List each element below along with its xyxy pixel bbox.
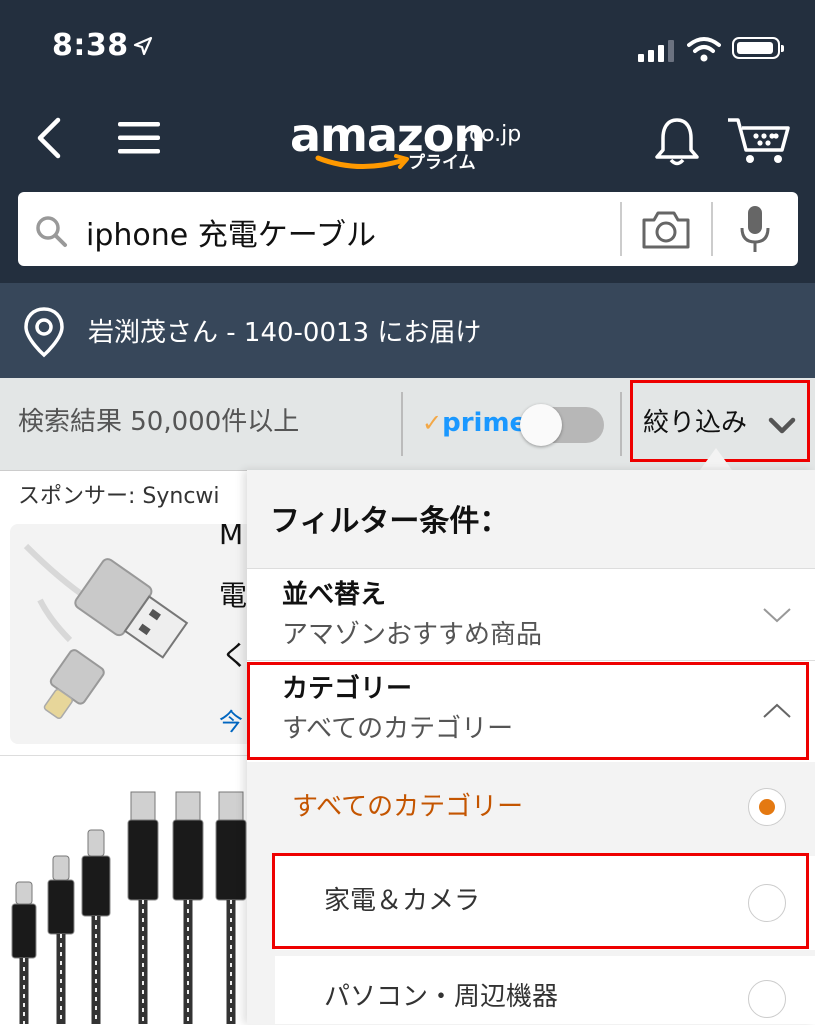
product-link-fragment[interactable]: 今 bbox=[219, 702, 243, 737]
search-icon bbox=[36, 216, 67, 247]
section-divider bbox=[247, 660, 815, 661]
sort-section-title[interactable]: 並べ替え bbox=[282, 574, 386, 611]
product-image[interactable] bbox=[8, 780, 248, 1024]
prime-label: prime bbox=[442, 408, 528, 438]
status-time: 8:38 bbox=[52, 28, 129, 63]
battery-icon bbox=[732, 37, 784, 59]
filter-panel-caret bbox=[700, 448, 732, 470]
category-option-highlight bbox=[272, 853, 809, 949]
toolbar-divider bbox=[620, 392, 622, 456]
search-input[interactable]: iphone 充電ケーブル bbox=[86, 210, 376, 254]
prime-logo: ✓prime bbox=[422, 408, 527, 438]
search-divider bbox=[711, 202, 713, 256]
product-title-fragment[interactable]: 電 bbox=[219, 574, 247, 614]
sponsored-label: スポンサー: Syncwi bbox=[18, 484, 220, 509]
cart-icon[interactable] bbox=[726, 114, 792, 166]
product-title-fragment[interactable]: M bbox=[219, 518, 243, 551]
notification-bell-icon[interactable] bbox=[652, 116, 702, 168]
amazon-logo[interactable]: amazon .co.jp プライム bbox=[290, 108, 540, 173]
camera-icon[interactable] bbox=[640, 210, 692, 250]
product-image[interactable] bbox=[20, 540, 190, 730]
location-arrow-icon bbox=[133, 36, 153, 56]
result-count: 検索結果 50,000件以上 bbox=[18, 407, 300, 437]
logo-prime-label: プライム bbox=[408, 153, 476, 173]
category-option-radio[interactable] bbox=[748, 788, 786, 826]
wifi-icon bbox=[687, 37, 721, 62]
sort-section-value[interactable]: アマゾンおすすめ商品 bbox=[282, 614, 542, 651]
cellular-signal-icon bbox=[638, 40, 674, 62]
category-option-label[interactable]: すべてのカテゴリー bbox=[292, 786, 523, 823]
toolbar-divider bbox=[401, 392, 403, 456]
back-chevron-icon[interactable] bbox=[32, 116, 66, 160]
search-divider bbox=[620, 202, 622, 256]
chevron-down-icon[interactable] bbox=[762, 606, 792, 624]
category-option-radio[interactable] bbox=[748, 980, 786, 1018]
location-pin-icon bbox=[24, 307, 64, 358]
prime-check-icon: ✓ bbox=[422, 409, 443, 437]
smile-arrow-icon bbox=[315, 154, 409, 169]
radio-selected-dot bbox=[759, 799, 775, 815]
hamburger-menu-icon[interactable] bbox=[118, 120, 160, 156]
category-section-highlight bbox=[247, 662, 809, 760]
product-title-fragment[interactable]: く bbox=[221, 634, 249, 674]
delivery-address-text: 岩渕茂さん - 140-0013 にお届け bbox=[88, 318, 482, 348]
filter-panel-title: フィルター条件： bbox=[270, 504, 510, 539]
logo-domain: .co.jp bbox=[462, 122, 522, 147]
prime-toggle[interactable] bbox=[520, 404, 604, 446]
toggle-knob bbox=[520, 404, 562, 446]
category-option-label[interactable]: パソコン・周辺機器 bbox=[324, 976, 558, 1013]
microphone-icon[interactable] bbox=[738, 204, 772, 256]
